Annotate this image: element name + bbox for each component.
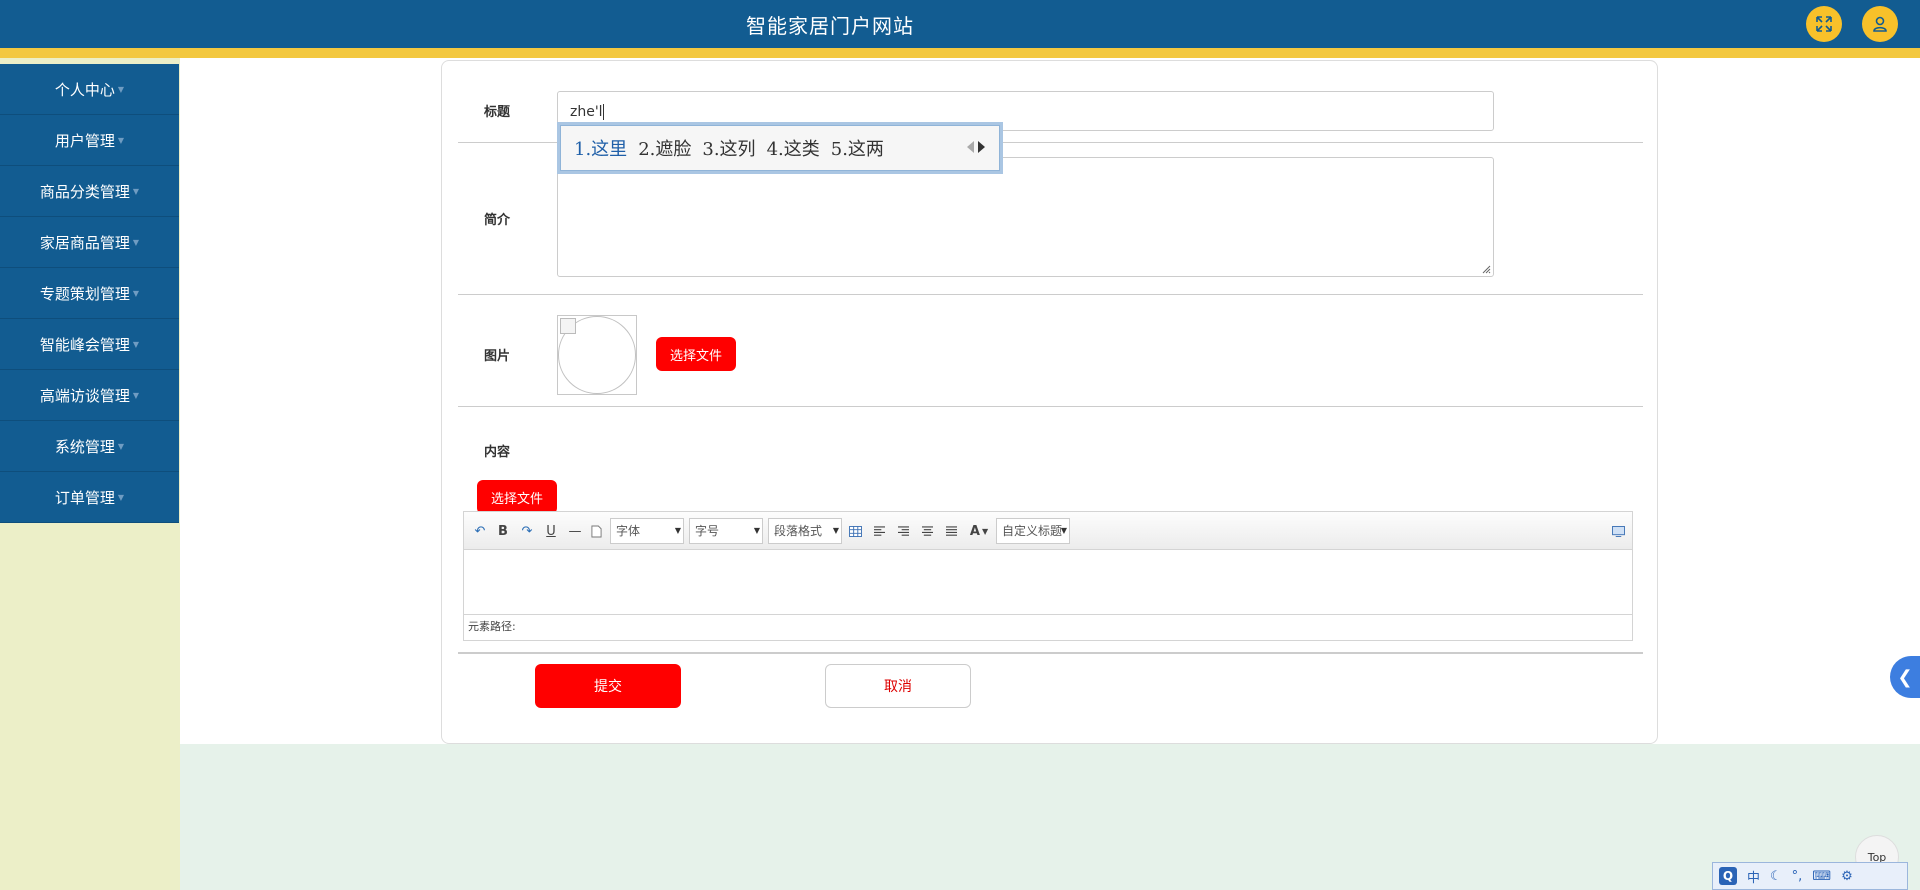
caret-down-icon: ▼ [117, 84, 125, 94]
caret-down-icon: ▼ [117, 492, 125, 502]
editor-path-bar: 元素路径: [464, 614, 1632, 640]
sidebar-item-personal-center[interactable]: 个人中心 ▼ [0, 64, 179, 115]
caret-down-icon: ▼ [132, 390, 140, 400]
fullscreen-button[interactable] [1806, 6, 1842, 42]
image-row: 图片 选择文件 [458, 295, 1643, 407]
ime-candidate-1[interactable]: 1.这里 [574, 135, 627, 161]
image-label: 图片 [484, 349, 511, 364]
preview-icon[interactable] [1609, 521, 1627, 541]
top-header: 智能家居门户网站 [0, 0, 1920, 48]
ime-chinese-mode-toggle[interactable]: 中 [1747, 867, 1760, 886]
bold-icon[interactable]: B [494, 521, 512, 541]
summary-label: 简介 [484, 213, 511, 228]
align-justify-icon[interactable] [942, 521, 960, 541]
user-icon [1873, 16, 1887, 32]
main-panel: 标题 zhe'l 简介 图片 选择文件 内容 选择文件 ↶ B ↷ U — 字体… [180, 58, 1920, 744]
caret-down-icon: ▼ [132, 339, 140, 349]
summary-textarea[interactable] [557, 157, 1494, 277]
settings-icon[interactable]: ⚙ [1841, 869, 1853, 884]
content-label: 内容 [484, 445, 511, 460]
chevron-left-icon: ❮ [1897, 666, 1913, 688]
redo-icon[interactable]: ↷ [518, 521, 536, 541]
sidebar-item-product-management[interactable]: 家居商品管理 ▼ [0, 217, 179, 268]
caret-down-icon: ▼ [132, 288, 140, 298]
ime-candidate-4[interactable]: 4.这类 [767, 135, 820, 161]
sidebar: 个人中心 ▼ 用户管理 ▼ 商品分类管理 ▼ 家居商品管理 ▼ 专题策划管理 ▼ 智能峰会… [0, 64, 179, 890]
editor-content-area[interactable] [464, 550, 1632, 614]
text-cursor [602, 104, 604, 120]
ime-logo-icon[interactable]: Q [1719, 867, 1737, 885]
punctuation-icon[interactable]: °, [1792, 869, 1803, 884]
content-select-file-button[interactable]: 选择文件 [477, 480, 557, 514]
ime-candidate-5[interactable]: 5.这两 [831, 135, 884, 161]
action-divider [458, 653, 1643, 654]
horizontal-rule-icon[interactable]: — [566, 521, 584, 541]
ime-prev-page-icon[interactable] [967, 141, 974, 153]
main-content: 标题 zhe'l 简介 图片 选择文件 内容 选择文件 ↶ B ↷ U — 字体… [180, 58, 1920, 890]
ime-candidate-window: 1.这里 2.遮脸 3.这列 4.这类 5.这两 [557, 122, 1003, 174]
sidebar-item-user-management[interactable]: 用户管理 ▼ [0, 115, 179, 166]
editor-toolbar: ↶ B ↷ U — 字体 ▼ 字号 ▼ 段落格式 ▼ A ▼ 自定义标题 ▼ [464, 512, 1632, 550]
chevron-down-icon: ▼ [1060, 526, 1067, 535]
sidebar-item-system-management[interactable]: 系统管理 ▼ [0, 421, 179, 472]
paragraph-format-select[interactable]: 段落格式 ▼ [768, 518, 842, 544]
custom-title-select[interactable]: 自定义标题 ▼ [996, 518, 1070, 544]
align-right-icon[interactable] [894, 521, 912, 541]
chevron-down-icon: ▼ [674, 526, 681, 535]
ime-next-page-icon[interactable] [978, 141, 985, 153]
chevron-down-icon: ▼ [753, 526, 760, 535]
font-family-select[interactable]: 字体 ▼ [610, 518, 684, 544]
ime-status-bar: Q 中 ☾ °, ⌨ ⚙ [1712, 862, 1908, 890]
caret-down-icon: ▼ [117, 441, 125, 451]
title-label: 标题 [484, 105, 511, 120]
align-left-icon[interactable] [870, 521, 888, 541]
resize-grip-icon[interactable] [1481, 264, 1491, 274]
cancel-button[interactable]: 取消 [825, 664, 971, 708]
rich-text-editor: ↶ B ↷ U — 字体 ▼ 字号 ▼ 段落格式 ▼ A ▼ 自定义标题 ▼ 元… [463, 511, 1633, 641]
site-title: 智能家居门户网站 [746, 14, 914, 38]
ime-candidate-2[interactable]: 2.遮脸 [638, 135, 691, 161]
undo-icon[interactable]: ↶ [471, 521, 489, 541]
ime-page-arrows [963, 141, 985, 153]
caret-down-icon: ▼ [132, 237, 140, 247]
submit-button[interactable]: 提交 [535, 664, 681, 708]
expand-icon [1816, 16, 1832, 32]
underline-icon[interactable]: U [542, 521, 560, 541]
caret-down-icon: ▼ [132, 186, 140, 196]
font-color-icon[interactable]: A ▼ [966, 521, 992, 541]
sidebar-item-category-management[interactable]: 商品分类管理 ▼ [0, 166, 179, 217]
header-stripe [0, 48, 1920, 58]
sidebar-item-order-management[interactable]: 订单管理 ▼ [0, 472, 179, 523]
keyboard-icon[interactable]: ⌨ [1812, 869, 1831, 884]
image-preview [557, 315, 637, 395]
ime-candidate-list: 1.这里 2.遮脸 3.这列 4.这类 5.这两 [560, 125, 1000, 171]
document-icon[interactable] [588, 521, 604, 541]
moon-icon[interactable]: ☾ [1770, 869, 1782, 884]
chevron-down-icon: ▼ [832, 526, 839, 535]
table-icon[interactable] [846, 521, 864, 541]
sidebar-item-topic-management[interactable]: 专题策划管理 ▼ [0, 268, 179, 319]
align-center-icon[interactable] [918, 521, 936, 541]
ime-candidate-3[interactable]: 3.这列 [702, 135, 755, 161]
sidebar-item-summit-management[interactable]: 智能峰会管理 ▼ [0, 319, 179, 370]
caret-down-icon: ▼ [117, 135, 125, 145]
sidebar-item-interview-management[interactable]: 高端访谈管理 ▼ [0, 370, 179, 421]
font-size-select[interactable]: 字号 ▼ [689, 518, 763, 544]
broken-image-icon [560, 318, 576, 334]
image-select-file-button[interactable]: 选择文件 [656, 337, 736, 371]
user-profile-button[interactable] [1862, 6, 1898, 42]
